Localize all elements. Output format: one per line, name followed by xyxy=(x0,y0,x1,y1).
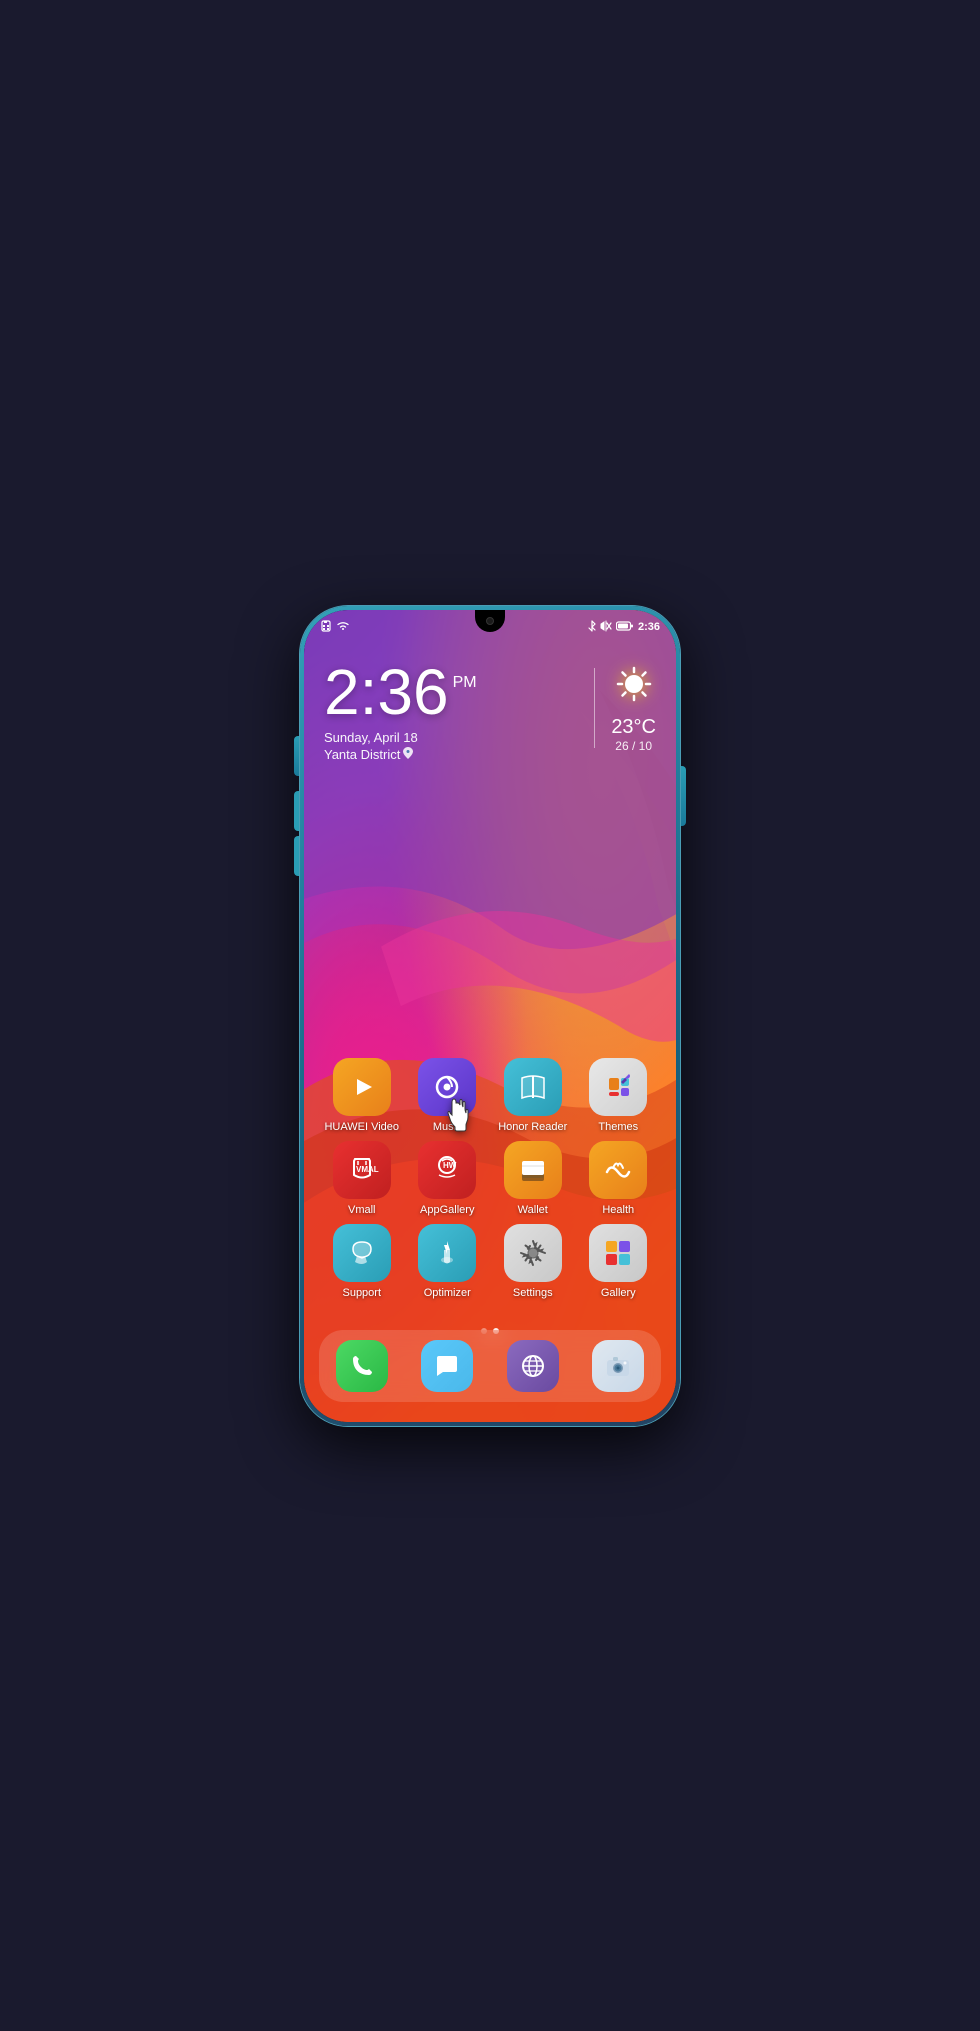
status-time: 2:36 xyxy=(638,621,660,633)
camera-icon xyxy=(592,1340,644,1392)
app-optimizer[interactable]: Optimizer xyxy=(411,1224,483,1299)
clock-widget: 2:36 PM Sunday, April 18 Yanta District xyxy=(324,660,656,762)
mute-icon xyxy=(600,620,612,634)
clock-time: 2:36 xyxy=(324,660,449,724)
appgallery-label: AppGallery xyxy=(420,1204,474,1216)
huawei-video-label: HUAWEI Video xyxy=(324,1121,399,1133)
clock-ampm: PM xyxy=(453,674,477,692)
app-wallet[interactable]: Wallet xyxy=(497,1141,569,1216)
dock-browser[interactable] xyxy=(507,1340,559,1392)
settings-label: Settings xyxy=(513,1287,553,1299)
honor-reader-label: Honor Reader xyxy=(498,1121,567,1133)
themes-icon xyxy=(589,1058,647,1116)
gallery-icon xyxy=(589,1224,647,1282)
battery-icon xyxy=(616,621,634,633)
dock-phone[interactable] xyxy=(336,1340,388,1392)
weather-widget: 23°C 26 / 10 xyxy=(611,664,656,753)
health-icon xyxy=(589,1141,647,1199)
screen: 2:36 2:36 PM Sunday, April 18 Yanta Dist… xyxy=(304,610,676,1422)
sim-icon xyxy=(320,620,332,634)
app-row-2: VMALL Vmall HW xyxy=(319,1141,661,1216)
app-vmall[interactable]: VMALL Vmall xyxy=(326,1141,398,1216)
dock-camera[interactable] xyxy=(592,1340,644,1392)
app-settings[interactable]: Settings xyxy=(497,1224,569,1299)
svg-text:HW: HW xyxy=(443,1161,457,1170)
dock-messages[interactable] xyxy=(421,1340,473,1392)
music-label: Music xyxy=(433,1121,462,1133)
browser-icon xyxy=(507,1340,559,1392)
app-grid: HUAWEI Video Music xyxy=(304,1058,676,1307)
clock-time-row: 2:36 PM xyxy=(324,660,578,724)
app-support[interactable]: Support xyxy=(326,1224,398,1299)
app-row-1: HUAWEI Video Music xyxy=(319,1058,661,1133)
clock-date: Sunday, April 18 xyxy=(324,730,578,745)
app-row-3: Support Optimizer xyxy=(319,1224,661,1299)
bluetooth-icon xyxy=(588,620,596,634)
weather-range: 26 / 10 xyxy=(615,739,652,753)
location-icon xyxy=(403,747,413,762)
honor-reader-icon xyxy=(504,1058,562,1116)
front-camera xyxy=(486,617,494,625)
vmall-icon: VMALL xyxy=(333,1141,391,1199)
dock xyxy=(319,1330,661,1402)
messages-icon xyxy=(421,1340,473,1392)
huawei-video-icon xyxy=(333,1058,391,1116)
status-right-icons: 2:36 xyxy=(588,620,660,634)
wifi-icon xyxy=(336,621,350,633)
support-label: Support xyxy=(342,1287,381,1299)
wallet-icon xyxy=(504,1141,562,1199)
support-icon xyxy=(333,1224,391,1282)
clock-left: 2:36 PM Sunday, April 18 Yanta District xyxy=(324,660,578,762)
app-themes[interactable]: Themes xyxy=(582,1058,654,1133)
status-left-icons xyxy=(320,620,350,634)
app-honor-reader[interactable]: Honor Reader xyxy=(497,1058,569,1133)
phone-frame: 2:36 2:36 PM Sunday, April 18 Yanta Dist… xyxy=(300,606,680,1426)
clock-divider xyxy=(594,668,595,748)
vmall-label: Vmall xyxy=(348,1204,376,1216)
gallery-label: Gallery xyxy=(601,1287,636,1299)
optimizer-icon xyxy=(418,1224,476,1282)
weather-temp: 23°C xyxy=(611,716,656,739)
wallet-label: Wallet xyxy=(518,1204,548,1216)
app-gallery[interactable]: Gallery xyxy=(582,1224,654,1299)
app-appgallery[interactable]: HW AppGallery xyxy=(411,1141,483,1216)
optimizer-label: Optimizer xyxy=(424,1287,471,1299)
phone-call-icon xyxy=(336,1340,388,1392)
weather-sun-icon xyxy=(614,664,654,712)
svg-text:VMALL: VMALL xyxy=(356,1165,379,1174)
appgallery-icon: HW xyxy=(418,1141,476,1199)
app-music[interactable]: Music xyxy=(411,1058,483,1133)
themes-label: Themes xyxy=(598,1121,638,1133)
music-icon xyxy=(418,1058,476,1116)
settings-icon xyxy=(504,1224,562,1282)
health-label: Health xyxy=(602,1204,634,1216)
phone-inner: 2:36 2:36 PM Sunday, April 18 Yanta Dist… xyxy=(304,610,676,1422)
clock-location: Yanta District xyxy=(324,747,578,762)
app-huawei-video[interactable]: HUAWEI Video xyxy=(326,1058,398,1133)
app-health[interactable]: Health xyxy=(582,1141,654,1216)
